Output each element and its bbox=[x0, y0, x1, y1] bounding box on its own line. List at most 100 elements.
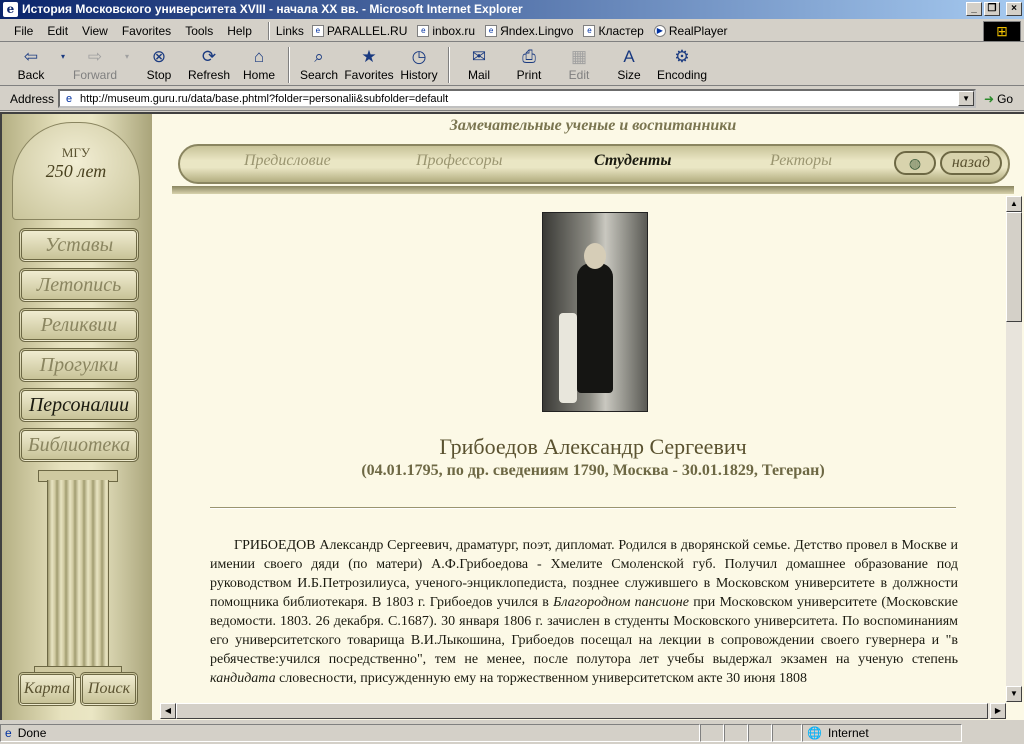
sidebar-item-relikvii[interactable]: Реликвии bbox=[19, 308, 139, 342]
status-panel bbox=[772, 724, 802, 742]
ie-app-icon[interactable]: e bbox=[3, 2, 18, 17]
page-done-icon: e bbox=[5, 726, 12, 740]
edit-button[interactable]: ▦ Edit bbox=[554, 43, 604, 82]
dropdown-arrow-icon: ▾ bbox=[124, 52, 129, 61]
title-bar: e История Московского университета XVIII… bbox=[0, 0, 1024, 19]
history-icon: ◷ bbox=[411, 47, 427, 66]
tab-predislovie[interactable]: Предисловие bbox=[244, 152, 331, 170]
home-button[interactable]: ⌂ Home bbox=[234, 43, 284, 82]
search-button[interactable]: ⌕ Search bbox=[294, 43, 344, 82]
internet-globe-icon: 🌐 bbox=[807, 726, 822, 740]
link-page-icon: e bbox=[583, 24, 596, 37]
back-button[interactable]: ⇦ Back bbox=[6, 43, 56, 82]
stop-icon: ⊗ bbox=[151, 47, 167, 66]
divider bbox=[210, 507, 956, 509]
horizontal-scrollbar[interactable]: ◀ ▶ bbox=[160, 703, 1006, 719]
menu-view[interactable]: View bbox=[82, 24, 108, 38]
scroll-right-button[interactable]: ▶ bbox=[990, 703, 1006, 719]
encoding-icon: ⚙ bbox=[674, 47, 690, 66]
refresh-icon: ⟳ bbox=[201, 47, 217, 66]
tab-rektory[interactable]: Ректоры bbox=[770, 152, 832, 170]
security-zone-panel[interactable]: 🌐 Internet bbox=[802, 724, 962, 742]
left-sidebar: МГУ 250 лет 1755-2005 Уставы Летопись Ре… bbox=[2, 114, 152, 720]
decorative-column bbox=[47, 480, 109, 676]
griboedov-portrait bbox=[542, 212, 648, 412]
search-icon: ⌕ bbox=[314, 47, 324, 66]
section-nav: Предисловие Профессоры Студенты Ректоры … bbox=[178, 144, 1010, 184]
stop-button[interactable]: ⊗ Stop bbox=[134, 43, 184, 82]
size-button[interactable]: A Size bbox=[604, 43, 654, 82]
scroll-up-button[interactable]: ▲ bbox=[1006, 196, 1022, 212]
text-size-icon: A bbox=[623, 47, 635, 66]
globe-icon[interactable]: ◍ bbox=[894, 151, 936, 175]
vertical-scrollbar[interactable]: ▲ ▼ bbox=[1006, 196, 1022, 702]
address-dropdown[interactable]: ▼ bbox=[958, 91, 975, 106]
links-bar: Links e PARALLEL.RU e inbox.ru e Яndex.Ling… bbox=[276, 24, 738, 38]
status-panel bbox=[724, 724, 748, 742]
search-site-button[interactable]: Поиск bbox=[80, 672, 138, 706]
address-label: Address bbox=[10, 91, 55, 106]
sidebar-item-ustavy[interactable]: Уставы bbox=[19, 228, 139, 262]
section-banner: Замечательные ученые и воспитанники bbox=[449, 117, 737, 134]
map-button[interactable]: Карта bbox=[18, 672, 76, 706]
menu-file[interactable]: File bbox=[14, 24, 33, 38]
link-page-icon: e bbox=[311, 24, 324, 37]
dropdown-arrow-icon: ▾ bbox=[60, 52, 65, 61]
go-button[interactable]: ➜ Go bbox=[984, 92, 1013, 106]
page-content: МГУ 250 лет 1755-2005 Уставы Летопись Ре… bbox=[0, 112, 1024, 720]
scroll-down-button[interactable]: ▼ bbox=[1006, 686, 1022, 702]
link-inbox[interactable]: e inbox.ru bbox=[417, 24, 475, 38]
restore-button[interactable]: ❐ bbox=[984, 2, 1000, 16]
menu-separator bbox=[267, 21, 270, 40]
forward-button[interactable]: ⇨ Forward bbox=[70, 43, 120, 82]
sidebar-item-letopis[interactable]: Летопись bbox=[19, 268, 139, 302]
favorites-icon: ★ bbox=[361, 47, 377, 66]
refresh-button[interactable]: ⟳ Refresh bbox=[184, 43, 234, 82]
minimize-button[interactable]: _ bbox=[966, 2, 982, 16]
mail-button[interactable]: ✉ Mail bbox=[454, 43, 504, 82]
sidebar-item-biblioteka[interactable]: Библиотека bbox=[19, 428, 139, 462]
vertical-scroll-thumb[interactable] bbox=[1006, 212, 1022, 322]
link-page-icon: e bbox=[417, 24, 430, 37]
article-area: Грибоедов Александр Сергеевич (04.01.179… bbox=[162, 196, 1024, 720]
link-lingvo[interactable]: e Яndex.Lingvo bbox=[485, 24, 573, 38]
sidebar-item-progulki[interactable]: Прогулки bbox=[19, 348, 139, 382]
status-bar: e Done 🌐 Internet bbox=[0, 722, 1024, 744]
menu-edit[interactable]: Edit bbox=[47, 24, 68, 38]
encoding-button[interactable]: ⚙ Encoding bbox=[654, 43, 710, 82]
page-icon: e bbox=[65, 92, 73, 105]
toolbar-separator bbox=[448, 47, 450, 83]
home-icon: ⌂ bbox=[253, 47, 265, 66]
go-arrow-icon: ➜ bbox=[984, 91, 995, 106]
tab-professory[interactable]: Профессоры bbox=[416, 152, 502, 170]
status-panel bbox=[700, 724, 724, 742]
address-url: http://museum.guru.ru/data/base.phtml?fo… bbox=[80, 92, 449, 105]
link-realplayer[interactable]: ▶ RealPlayer bbox=[653, 24, 728, 38]
horizontal-scroll-thumb[interactable] bbox=[176, 703, 988, 719]
link-page-icon: e bbox=[485, 24, 498, 37]
forward-arrow-icon: ⇨ bbox=[87, 47, 103, 66]
menu-bar: File Edit View Favorites Tools Help Link… bbox=[0, 20, 1024, 42]
msu-250-crest[interactable]: МГУ 250 лет 1755-2005 bbox=[12, 122, 140, 401]
edit-icon: ▦ bbox=[570, 47, 588, 66]
tab-studenty[interactable]: Студенты bbox=[594, 152, 671, 170]
windows-logo-icon: ⊞ bbox=[983, 21, 1021, 42]
status-panel bbox=[748, 724, 772, 742]
scroll-left-button[interactable]: ◀ bbox=[160, 703, 176, 719]
back-link[interactable]: назад bbox=[940, 151, 1002, 175]
close-button[interactable]: × bbox=[1006, 2, 1022, 16]
address-input[interactable]: e http://museum.guru.ru/data/base.phtml?… bbox=[58, 89, 977, 108]
back-dropdown[interactable]: ▾ bbox=[56, 43, 70, 68]
link-cluster[interactable]: e Кластер bbox=[583, 24, 644, 38]
menu-tools[interactable]: Tools bbox=[185, 24, 213, 38]
status-text-panel: e Done bbox=[0, 724, 700, 742]
menu-favorites[interactable]: Favorites bbox=[122, 24, 171, 38]
menu-help[interactable]: Help bbox=[227, 24, 252, 38]
forward-dropdown[interactable]: ▾ bbox=[120, 43, 134, 68]
print-button[interactable]: ⎙ Print bbox=[504, 43, 554, 82]
history-button[interactable]: ◷ History bbox=[394, 43, 444, 82]
sidebar-item-personalii[interactable]: Персоналии bbox=[19, 388, 139, 422]
standard-toolbar: ⇦ Back ▾ ⇨ Forward ▾ ⊗ Stop ⟳ Refresh ⌂ Home … bbox=[0, 43, 1024, 86]
link-parallel[interactable]: e PARALLEL.RU bbox=[311, 24, 407, 38]
favorites-button[interactable]: ★ Favorites bbox=[344, 43, 394, 82]
